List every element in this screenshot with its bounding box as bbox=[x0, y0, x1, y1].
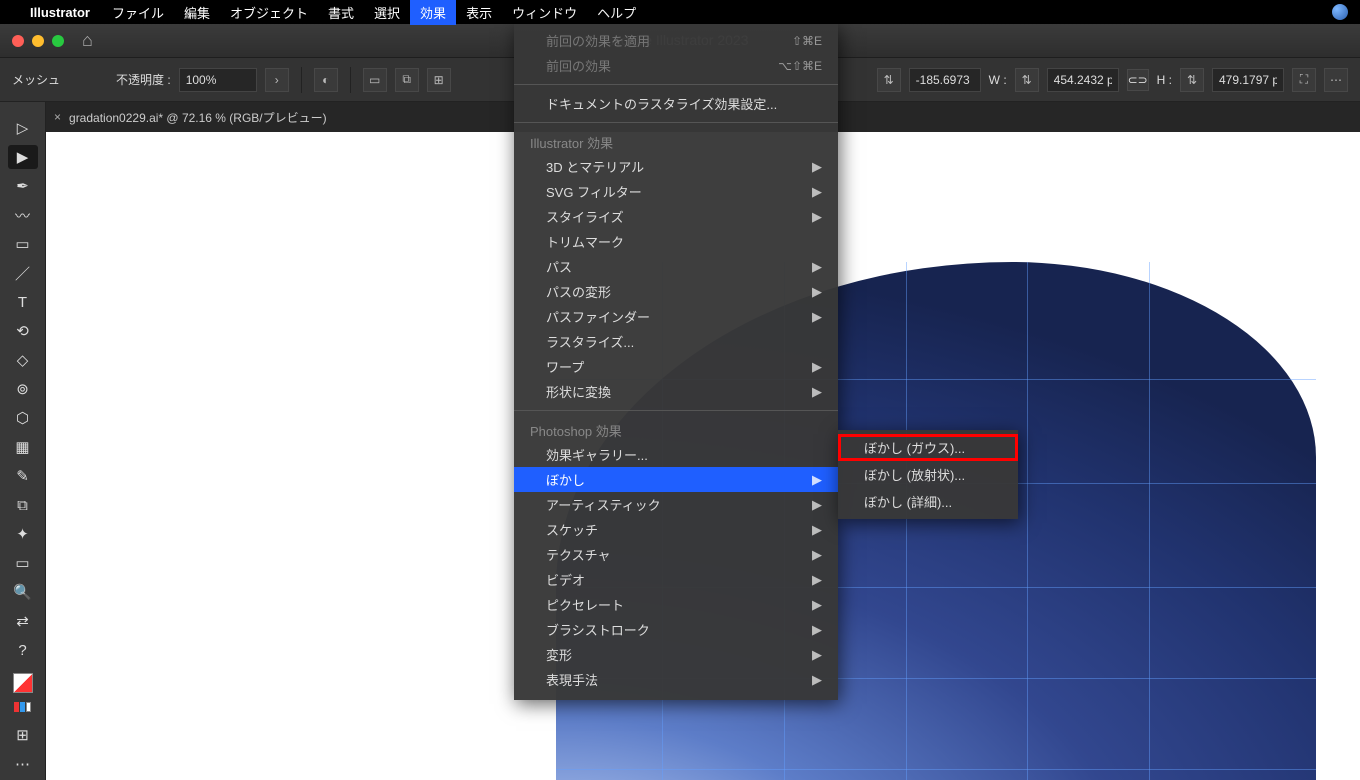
tool-panel: ▷ ▶ ✒ 〰 ▭ ／ T ⟲ ◇ ⊚ ⬡ ▦ ✎ ⧉ ✦ ▭ 🔍 ⇄ ? ⊞ … bbox=[0, 102, 46, 780]
pen-tool[interactable]: ✒ bbox=[8, 174, 38, 198]
swap-fill-stroke[interactable]: ⇄ bbox=[8, 609, 38, 633]
x-stepper[interactable]: ⇅ bbox=[877, 68, 901, 92]
selection-tool[interactable]: ▷ bbox=[8, 116, 38, 140]
menu-item-ai-5[interactable]: パスの変形▶ bbox=[514, 279, 838, 304]
traffic-lights bbox=[12, 35, 64, 47]
home-icon[interactable]: ⌂ bbox=[82, 30, 93, 51]
menu-item-apply-last: 前回の効果を適用⇧⌘E bbox=[514, 28, 838, 53]
w-stepper[interactable]: ⇅ bbox=[1015, 68, 1039, 92]
menu-item-ps-8[interactable]: 変形▶ bbox=[514, 642, 838, 667]
h-label: H : bbox=[1157, 73, 1172, 87]
submenu-item-smart-blur[interactable]: ぼかし (詳細)... bbox=[838, 488, 1018, 515]
direct-selection-tool[interactable]: ▶ bbox=[8, 145, 38, 169]
menu-item-ps-3[interactable]: スケッチ▶ bbox=[514, 517, 838, 542]
curvature-tool[interactable]: 〰 bbox=[8, 203, 38, 227]
minimize-window-button[interactable] bbox=[32, 35, 44, 47]
menu-item-ai-4[interactable]: パス▶ bbox=[514, 254, 838, 279]
rectangle-tool[interactable]: ▭ bbox=[8, 232, 38, 256]
screen-mode-icon[interactable]: ⊞ bbox=[8, 723, 38, 747]
menu-window[interactable]: ウィンドウ bbox=[502, 0, 587, 25]
menu-file[interactable]: ファイル bbox=[102, 0, 174, 25]
w-label: W : bbox=[989, 73, 1007, 87]
opacity-stepper[interactable]: › bbox=[265, 68, 289, 92]
effect-section-photoshop: Photoshop 効果 bbox=[514, 417, 838, 442]
menu-item-raster-settings[interactable]: ドキュメントのラスタライズ効果設定... bbox=[514, 91, 838, 116]
fill-stroke-swatch[interactable] bbox=[13, 673, 33, 693]
x-input[interactable] bbox=[909, 68, 981, 92]
globe-icon[interactable] bbox=[1332, 4, 1348, 20]
menu-item-ai-7[interactable]: ラスタライズ... bbox=[514, 329, 838, 354]
menu-item-ai-3[interactable]: トリムマーク bbox=[514, 229, 838, 254]
edit-toolbar-icon[interactable]: ⋯ bbox=[8, 752, 38, 776]
menu-item-ai-9[interactable]: 形状に変換▶ bbox=[514, 379, 838, 404]
menu-view[interactable]: 表示 bbox=[456, 0, 502, 25]
menu-item-ps-2[interactable]: アーティスティック▶ bbox=[514, 492, 838, 517]
menu-effect[interactable]: 効果 bbox=[410, 0, 456, 25]
menu-item-ai-1[interactable]: SVG フィルター▶ bbox=[514, 179, 838, 204]
rotate-tool[interactable]: ⟲ bbox=[8, 319, 38, 343]
opacity-label: 不透明度 : bbox=[116, 71, 171, 88]
more-icon[interactable]: ⋯ bbox=[1324, 68, 1348, 92]
effect-menu-dropdown: 前回の効果を適用⇧⌘E 前回の効果⌥⇧⌘E ドキュメントのラスタライズ効果設定.… bbox=[514, 24, 838, 700]
close-tab-icon[interactable]: × bbox=[54, 110, 61, 124]
eyedropper-tool[interactable]: ✎ bbox=[8, 464, 38, 488]
scale-tool[interactable]: ◇ bbox=[8, 348, 38, 372]
artboard-tool[interactable]: ▭ bbox=[8, 551, 38, 575]
menu-item-ai-8[interactable]: ワープ▶ bbox=[514, 354, 838, 379]
align-icon-1[interactable]: ▭ bbox=[363, 68, 387, 92]
menu-edit[interactable]: 編集 bbox=[174, 0, 220, 25]
menu-item-ai-0[interactable]: 3D とマテリアル▶ bbox=[514, 154, 838, 179]
document-tab[interactable]: gradation0229.ai* @ 72.16 % (RGB/プレビュー) bbox=[69, 109, 327, 126]
menu-help[interactable]: ヘルプ bbox=[587, 0, 646, 25]
brush-tool[interactable]: ／ bbox=[8, 261, 38, 285]
color-mode-icons[interactable] bbox=[14, 702, 31, 712]
style-icon[interactable]: ◐ bbox=[314, 68, 338, 92]
menu-type[interactable]: 書式 bbox=[318, 0, 364, 25]
menu-item-ps-9[interactable]: 表現手法▶ bbox=[514, 667, 838, 692]
menu-item-ps-5[interactable]: ビデオ▶ bbox=[514, 567, 838, 592]
zoom-tool[interactable]: 🔍 bbox=[8, 580, 38, 604]
symbol-sprayer-tool[interactable]: ✦ bbox=[8, 522, 38, 546]
document-tabs: × gradation0229.ai* @ 72.16 % (RGB/プレビュー… bbox=[46, 102, 327, 132]
type-tool[interactable]: T bbox=[8, 290, 38, 314]
h-input[interactable] bbox=[1212, 68, 1284, 92]
menu-item-ps-6[interactable]: ピクセレート▶ bbox=[514, 592, 838, 617]
opacity-input[interactable] bbox=[179, 68, 257, 92]
close-window-button[interactable] bbox=[12, 35, 24, 47]
shape-builder-tool[interactable]: ⬡ bbox=[8, 406, 38, 430]
menu-item-ps-0[interactable]: 効果ギャラリー... bbox=[514, 442, 838, 467]
help-icon[interactable]: ? bbox=[8, 638, 38, 662]
width-tool[interactable]: ⊚ bbox=[8, 377, 38, 401]
gradient-tool[interactable]: ▦ bbox=[8, 435, 38, 459]
menu-item-ps-4[interactable]: テクスチャ▶ bbox=[514, 542, 838, 567]
w-input[interactable] bbox=[1047, 68, 1119, 92]
menu-item-ai-6[interactable]: パスファインダー▶ bbox=[514, 304, 838, 329]
menu-item-ps-1[interactable]: ぼかし▶ bbox=[514, 467, 838, 492]
app-name[interactable]: Illustrator bbox=[30, 5, 90, 20]
mac-menubar: Illustrator ファイル 編集 オブジェクト 書式 選択 効果 表示 ウ… bbox=[0, 0, 1360, 24]
submenu-item-gaussian-blur[interactable]: ぼかし (ガウス)... bbox=[838, 434, 1018, 461]
menu-item-ps-7[interactable]: ブラシストローク▶ bbox=[514, 617, 838, 642]
fit-icon[interactable]: ⛶ bbox=[1292, 68, 1316, 92]
submenu-item-radial-blur[interactable]: ぼかし (放射状)... bbox=[838, 461, 1018, 488]
menu-select[interactable]: 選択 bbox=[364, 0, 410, 25]
current-tool-label: メッシュ bbox=[12, 71, 60, 88]
effect-section-illustrator: Illustrator 効果 bbox=[514, 129, 838, 154]
blend-tool[interactable]: ⧉ bbox=[8, 493, 38, 517]
menu-item-last-effect: 前回の効果⌥⇧⌘E bbox=[514, 53, 838, 78]
link-wh-icon[interactable]: ⊂⊃ bbox=[1127, 69, 1149, 91]
h-stepper[interactable]: ⇅ bbox=[1180, 68, 1204, 92]
menu-item-ai-2[interactable]: スタイライズ▶ bbox=[514, 204, 838, 229]
menu-object[interactable]: オブジェクト bbox=[220, 0, 318, 25]
align-icon-2[interactable]: ⧉ bbox=[395, 68, 419, 92]
zoom-window-button[interactable] bbox=[52, 35, 64, 47]
blur-submenu: ぼかし (ガウス)... ぼかし (放射状)... ぼかし (詳細)... bbox=[838, 430, 1018, 519]
align-icon-3[interactable]: ⊞ bbox=[427, 68, 451, 92]
